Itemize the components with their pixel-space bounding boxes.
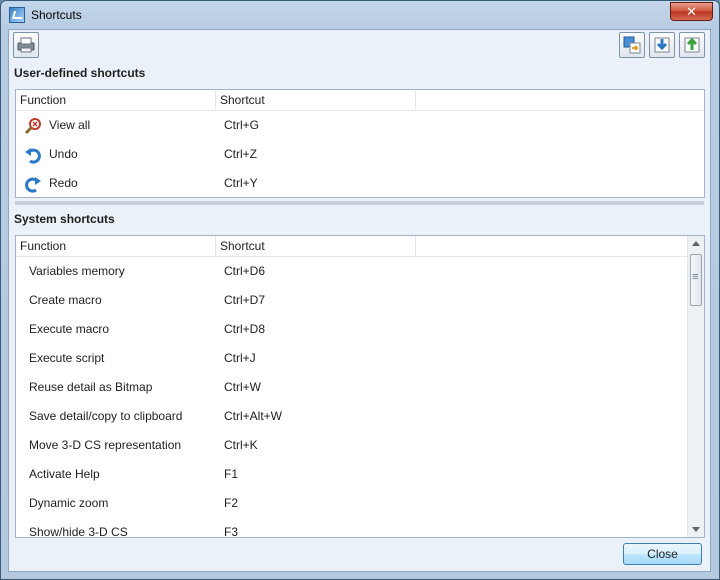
- import-button[interactable]: [649, 32, 675, 58]
- header-shortcut[interactable]: Shortcut: [216, 90, 416, 110]
- function-cell: Activate Help: [29, 467, 100, 481]
- shortcut-cell: Ctrl+Alt+W: [224, 409, 283, 423]
- shortcuts-dialog: Shortcuts ✕ User-defined shortcuts Funct…: [0, 0, 720, 580]
- function-cell: Show/hide 3-D CS: [29, 525, 128, 538]
- view-all-icon: [24, 118, 41, 135]
- shortcut-cell: Ctrl+J: [224, 351, 256, 365]
- shortcut-cell: Ctrl+D7: [224, 293, 266, 307]
- table-row[interactable]: Move 3-D CS representation Ctrl+K: [16, 431, 704, 460]
- title-bar[interactable]: Shortcuts ✕: [1, 1, 719, 29]
- user-shortcuts-grid: Function Shortcut View all Ctrl+G Undo C…: [15, 89, 705, 198]
- dialog-content: User-defined shortcuts Function Shortcut…: [8, 29, 711, 572]
- function-cell: Dynamic zoom: [29, 496, 109, 510]
- restore-icon: [684, 37, 700, 53]
- scroll-down-icon[interactable]: [692, 527, 700, 532]
- print-button[interactable]: [13, 32, 39, 58]
- table-row[interactable]: Variables memory Ctrl+D6: [16, 257, 704, 286]
- table-row[interactable]: Dynamic zoom F2: [16, 489, 704, 518]
- shortcut-cell: Ctrl+Z: [224, 147, 257, 161]
- table-row[interactable]: Activate Help F1: [16, 460, 704, 489]
- function-cell: Variables memory: [29, 264, 125, 278]
- system-shortcuts-grid: Function Shortcut Variables memory Ctrl+…: [15, 235, 705, 538]
- app-icon: [9, 7, 25, 23]
- header-function[interactable]: Function: [16, 236, 216, 256]
- close-button[interactable]: Close: [623, 543, 702, 565]
- shortcut-cell: F1: [224, 467, 239, 481]
- function-cell: View all: [49, 118, 91, 132]
- scroll-thumb[interactable]: [690, 254, 702, 306]
- table-row[interactable]: Show/hide 3-D CS F3: [16, 518, 704, 538]
- table-row[interactable]: Redo Ctrl+Y: [16, 169, 704, 197]
- function-cell: Move 3-D CS representation: [29, 438, 182, 452]
- printer-icon: [17, 37, 35, 53]
- shortcut-cell: F3: [224, 525, 239, 538]
- section-splitter[interactable]: [15, 201, 704, 205]
- user-grid-header: Function Shortcut: [16, 90, 704, 111]
- vertical-scrollbar[interactable]: [687, 236, 704, 537]
- shortcut-cell: Ctrl+Y: [224, 176, 258, 190]
- header-function[interactable]: Function: [16, 90, 216, 110]
- window-title: Shortcuts: [31, 8, 82, 22]
- shortcut-cell: Ctrl+D6: [224, 264, 266, 278]
- shortcut-cell: Ctrl+W: [224, 380, 261, 394]
- function-cell: Execute macro: [29, 322, 110, 336]
- table-row[interactable]: Create macro Ctrl+D7: [16, 286, 704, 315]
- window-close-button[interactable]: ✕: [670, 2, 713, 21]
- shortcut-cell: Ctrl+D8: [224, 322, 266, 336]
- undo-icon: [25, 148, 41, 164]
- function-cell: Undo: [49, 147, 78, 161]
- header-shortcut[interactable]: Shortcut: [216, 236, 416, 256]
- table-row[interactable]: Undo Ctrl+Z: [16, 140, 704, 169]
- function-cell: Create macro: [29, 293, 102, 307]
- function-cell: Reuse detail as Bitmap: [29, 380, 153, 394]
- system-shortcuts-title: System shortcuts: [14, 212, 115, 226]
- shortcut-cell: Ctrl+G: [224, 118, 260, 132]
- scroll-up-icon[interactable]: [692, 241, 700, 246]
- system-grid-header: Function Shortcut: [16, 236, 704, 257]
- import-icon: [654, 37, 670, 53]
- table-row[interactable]: Execute macro Ctrl+D8: [16, 315, 704, 344]
- shortcut-cell: Ctrl+K: [224, 438, 258, 452]
- table-row[interactable]: Execute script Ctrl+J: [16, 344, 704, 373]
- export-icon: [623, 36, 641, 54]
- table-row[interactable]: Save detail/copy to clipboard Ctrl+Alt+W: [16, 402, 704, 431]
- redo-icon: [25, 177, 41, 193]
- function-cell: Execute script: [29, 351, 105, 365]
- table-row[interactable]: Reuse detail as Bitmap Ctrl+W: [16, 373, 704, 402]
- shortcut-cell: F2: [224, 496, 239, 510]
- function-cell: Save detail/copy to clipboard: [29, 409, 183, 423]
- table-row[interactable]: View all Ctrl+G: [16, 111, 704, 140]
- function-cell: Redo: [49, 176, 78, 190]
- user-shortcuts-title: User-defined shortcuts: [14, 66, 146, 80]
- export-button[interactable]: [619, 32, 645, 58]
- restore-button[interactable]: [679, 32, 705, 58]
